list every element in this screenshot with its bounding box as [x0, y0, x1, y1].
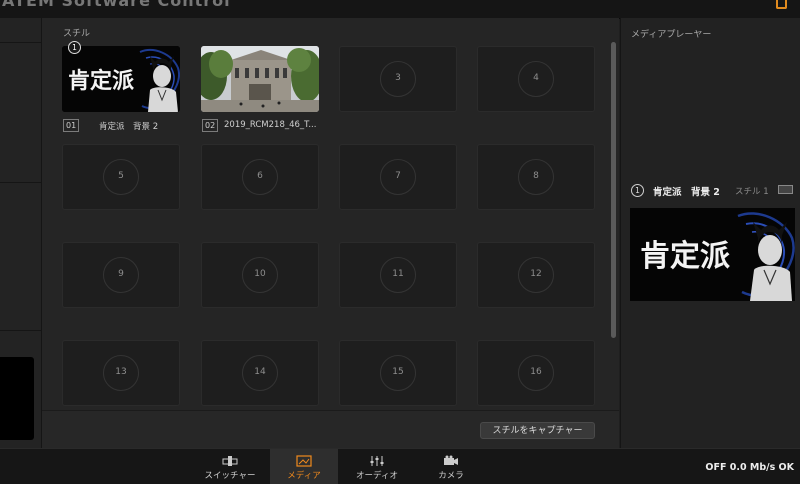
slot-number: 6	[257, 171, 263, 181]
divider	[0, 330, 41, 331]
slot-number: 11	[392, 269, 404, 279]
media-pool-panel: スチル 肯定派 1 01 肯定派 背景 2 02 2019_RCM218_46_…	[42, 18, 619, 449]
capture-still-button[interactable]: スチルをキャプチャー	[480, 422, 595, 439]
slot-2-index: 02	[202, 119, 219, 132]
still-thumbnail-2	[201, 46, 319, 112]
bottom-navigation: スイッチャー メディア オーディオ カメラ OFF 0.0 Mb/s OK	[0, 448, 800, 484]
slot-number: 9	[118, 269, 124, 279]
still-slot-10[interactable]: 10	[201, 242, 319, 308]
still-slot-5[interactable]: 5	[62, 144, 180, 210]
still-slot-12[interactable]: 12	[477, 242, 595, 308]
media-player-preview: 肯定派	[630, 208, 795, 301]
camera-icon	[444, 455, 458, 465]
tab-media-label: メディア	[287, 471, 321, 481]
slot-number: 5	[118, 171, 124, 181]
player-clip-type: スチル 1	[735, 187, 769, 197]
thumbnail-icon[interactable]	[778, 185, 793, 194]
tab-audio-label: オーディオ	[356, 471, 398, 481]
still-slot-11[interactable]: 11	[339, 242, 457, 308]
still-slot-7[interactable]: 7	[339, 144, 457, 210]
divider	[0, 42, 41, 43]
still-slot-13[interactable]: 13	[62, 340, 180, 406]
media-player-title: メディアプレーヤー	[631, 30, 712, 40]
slot-number: 10	[254, 269, 266, 279]
app-title: ATEM Software Control	[2, 0, 231, 10]
slot-number: 4	[533, 73, 539, 83]
still-slot-4[interactable]: 4	[477, 46, 595, 112]
tab-media[interactable]: メディア	[270, 449, 338, 484]
still-slot-9[interactable]: 9	[62, 242, 180, 308]
tab-camera[interactable]: カメラ	[417, 449, 485, 484]
switcher-icon	[222, 456, 238, 466]
slot-1-index: 01	[63, 119, 80, 132]
left-sidebar	[0, 18, 42, 448]
media-player-info: 1 肯定派 背景 2 スチル 1	[631, 184, 800, 198]
still-thumbnail-1: 肯定派	[62, 46, 180, 112]
slot-number: 15	[392, 367, 404, 377]
player-one-badge: 1	[68, 41, 81, 54]
still-slot-1[interactable]: 肯定派	[62, 46, 180, 112]
media-icon	[296, 455, 312, 467]
still-slot-14[interactable]: 14	[201, 340, 319, 406]
slot-number: 7	[395, 171, 401, 181]
slot-number: 16	[530, 367, 542, 377]
still-slot-15[interactable]: 15	[339, 340, 457, 406]
slot-number: 14	[254, 367, 266, 377]
stills-section-label: スチル	[63, 29, 91, 39]
player-clip-name: 肯定派 背景 2	[653, 187, 720, 198]
tab-audio[interactable]: オーディオ	[343, 449, 411, 484]
slot-number: 12	[530, 269, 542, 279]
slot-number: 13	[115, 367, 127, 377]
media-pool-scrollbar[interactable]	[611, 42, 616, 338]
tab-switcher-label: スイッチャー	[204, 471, 256, 481]
left-preview	[0, 357, 34, 440]
device-icon[interactable]	[776, 0, 787, 9]
tab-camera-label: カメラ	[438, 471, 464, 481]
still-slot-16[interactable]: 16	[477, 340, 595, 406]
tab-switcher[interactable]: スイッチャー	[196, 449, 264, 484]
slot-2-name: 2019_RCM218_46_T...	[224, 120, 317, 130]
still-slot-3[interactable]: 3	[339, 46, 457, 112]
preview-calligraphy-text: 肯定派	[640, 239, 730, 274]
slot-1-name: 肯定派 背景 2	[99, 122, 159, 132]
media-pool-footer: スチルをキャプチャー	[42, 410, 619, 449]
player-preview-image: 肯定派	[630, 208, 795, 301]
title-bar: ATEM Software Control	[0, 0, 800, 19]
media-pool-grid: 肯定派 1 01 肯定派 背景 2 02 2019_RCM218_46_T...…	[42, 40, 619, 408]
media-player-panel: メディアプレーヤー 1 肯定派 背景 2 スチル 1 肯定派	[620, 18, 800, 448]
still-slot-8[interactable]: 8	[477, 144, 595, 210]
art-calligraphy-text: 肯定派	[68, 68, 134, 94]
slot-number: 3	[395, 73, 401, 83]
still-slot-2[interactable]	[201, 46, 319, 112]
still-slot-6[interactable]: 6	[201, 144, 319, 210]
slot-number: 8	[533, 171, 539, 181]
player-number-badge: 1	[631, 184, 644, 197]
divider	[0, 182, 41, 183]
connection-status: OFF 0.0 Mb/s OK	[705, 462, 794, 473]
audio-icon	[370, 456, 384, 466]
